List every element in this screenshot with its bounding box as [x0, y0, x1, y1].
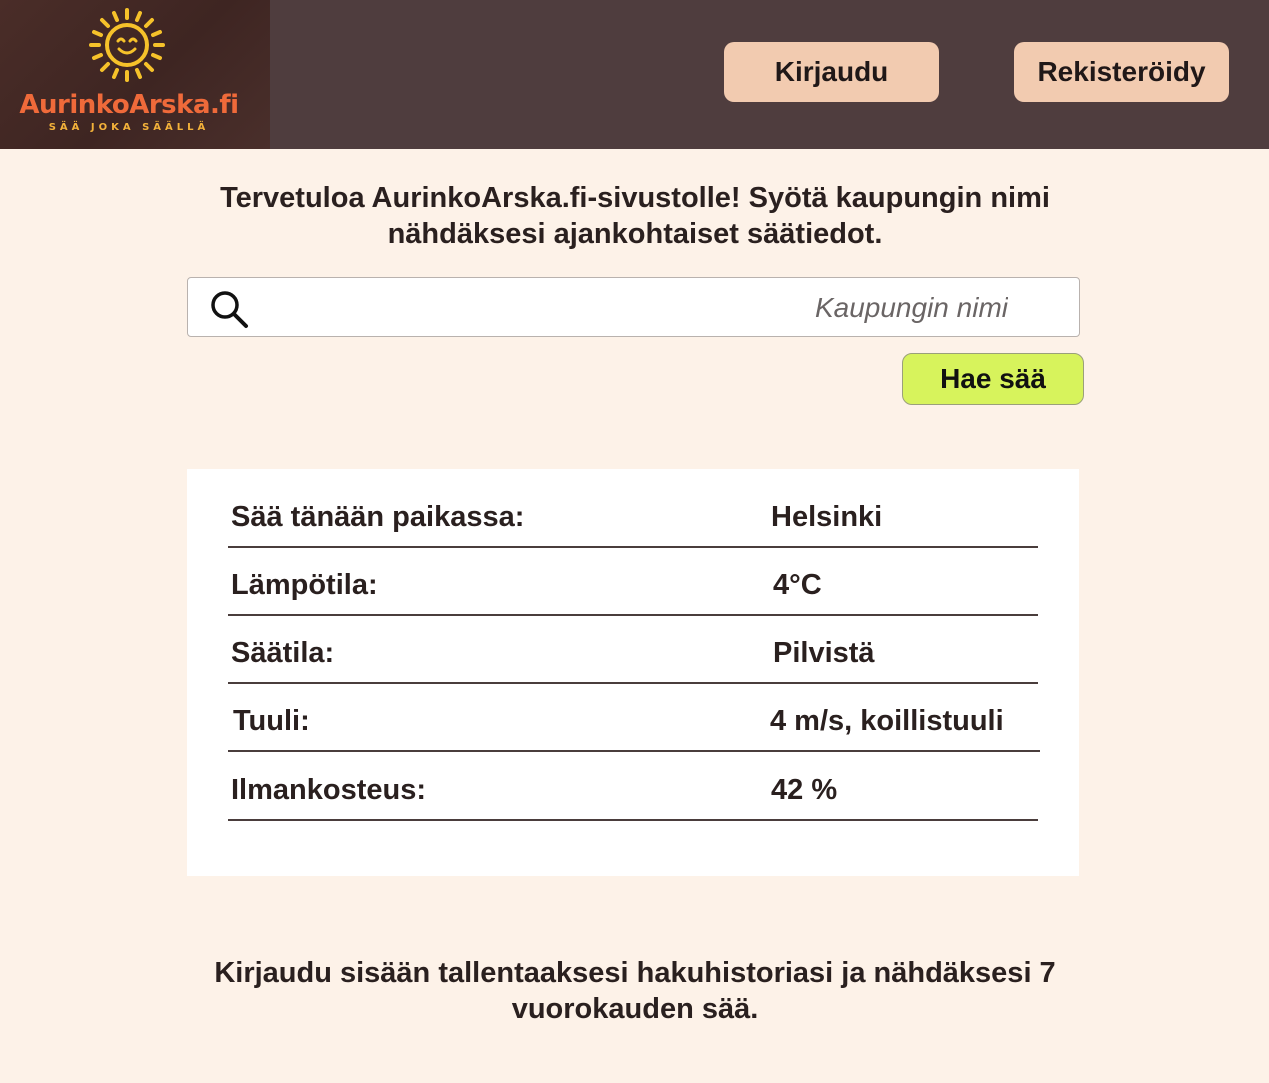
weather-value-wind: 4 m/s, koillistuuli: [770, 705, 1004, 737]
register-button[interactable]: Rekisteröidy: [1014, 42, 1229, 102]
smiling-sun-icon: [89, 8, 165, 82]
login-prompt-text: Kirjaudu sisään tallentaaksesi hakuhisto…: [214, 957, 1056, 1025]
weather-label: Lämpötila:: [231, 569, 378, 601]
weather-label: Säätila:: [231, 637, 335, 669]
weather-card: Sää tänään paikassa: Helsinki Lämpötila:…: [187, 469, 1079, 876]
weather-value-location: Helsinki: [771, 501, 883, 533]
weather-label: Ilmankosteus:: [231, 774, 426, 806]
site-header: AurinkoArska.fi SÄÄ JOKA SÄÄLLÄ Kirjaudu…: [0, 0, 1269, 149]
weather-value-condition: Pilvistä: [773, 637, 875, 669]
weather-row-location: Sää tänään paikassa: Helsinki: [228, 478, 1038, 548]
search-icon: [211, 291, 248, 328]
weather-value-temperature: 4°C: [773, 569, 822, 601]
weather-value-humidity: 42 %: [771, 774, 838, 806]
weather-row-condition: Säätila: Pilvistä: [228, 614, 1038, 684]
welcome-text: Tervetuloa AurinkoArska.fi-sivustolle! S…: [220, 182, 1050, 250]
city-search-input[interactable]: [258, 286, 1010, 330]
search-box[interactable]: [187, 277, 1080, 337]
weather-row-humidity: Ilmankosteus: 42 %: [228, 751, 1038, 821]
logo-wordmark: AurinkoArska.fi: [19, 90, 239, 120]
get-weather-button[interactable]: Hae sää: [902, 353, 1084, 405]
weather-row-temperature: Lämpötila: 4°C: [228, 546, 1038, 616]
site-logo[interactable]: AurinkoArska.fi SÄÄ JOKA SÄÄLLÄ: [0, 0, 270, 149]
logo-tagline: SÄÄ JOKA SÄÄLLÄ: [48, 122, 210, 133]
weather-row-wind: Tuuli: 4 m/s, koillistuuli: [228, 682, 1040, 752]
login-button[interactable]: Kirjaudu: [724, 42, 939, 102]
weather-label: Sää tänään paikassa:: [231, 501, 525, 533]
weather-label: Tuuli:: [233, 705, 310, 737]
